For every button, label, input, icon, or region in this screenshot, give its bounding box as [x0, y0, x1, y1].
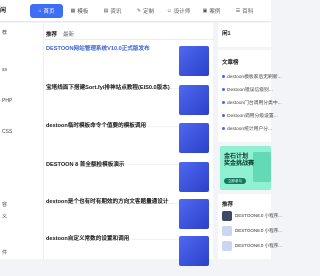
banner-title-line: 奖金挑战赛	[224, 161, 255, 167]
rank-item[interactable]: Destoon调用分级设置...	[222, 112, 278, 119]
recommend-title[interactable]: DESTOON8.0 小程序...	[235, 228, 282, 234]
bullet-icon	[222, 75, 225, 78]
nav-label: 设计师	[173, 9, 191, 15]
sidebar-item[interactable]: 容	[2, 201, 7, 208]
bullet-icon	[222, 114, 225, 117]
nav-label: 资讯	[110, 9, 122, 15]
promo-banner[interactable]: 金石计划 奖金挑战赛 立即参与	[220, 146, 271, 190]
rank-item-label: destoon模板家后无刷新...	[227, 75, 282, 80]
divider	[44, 39, 214, 40]
nav-item-home[interactable]: ⌂ 首页	[30, 4, 63, 18]
home-icon: ⌂	[38, 8, 42, 14]
banner-graphic	[253, 152, 271, 182]
sidebar-item[interactable]: ss	[2, 67, 7, 73]
template-icon: ▦	[70, 8, 76, 14]
article-title[interactable]: destoon是个也有时有期效的方向文客题量通设计	[46, 197, 174, 205]
article-summary	[46, 130, 174, 142]
nav-item-templates[interactable]: ▦ 模板	[63, 4, 96, 18]
tab-recommended[interactable]: 推荐	[46, 30, 57, 38]
rank-item[interactable]: destoon统计用户分...	[222, 125, 272, 132]
list-item[interactable]: destoon临时模板命令个值要的模板调用	[46, 121, 210, 163]
article-title[interactable]: DESTOON 8 首全额检模板演示	[46, 160, 174, 168]
rank-item-label: destoon统计用户分...	[227, 127, 273, 132]
nav-label: 模板	[77, 9, 89, 15]
nav-item-wiki[interactable]: ☰ 百科	[228, 4, 261, 18]
article-rank-card: 文章榜 destoon模板家后无刷新... Destoon错误信级别... de…	[218, 50, 282, 142]
custom-icon: ✎	[136, 8, 142, 14]
bullet-icon	[222, 88, 225, 91]
list-tabs: 推荐 最新	[46, 30, 74, 38]
nav-label: 定制	[143, 9, 155, 15]
article-summary	[46, 243, 174, 255]
rank-item-label: Destoon错误信级别...	[227, 88, 273, 93]
rank-item[interactable]: destoon模板家后无刷新...	[222, 73, 282, 80]
list-item[interactable]: destoon是个也有时有期效的方向文客题量通设计	[46, 197, 210, 239]
top-navigation: 闲 ⌂ 首页 ▦ 模板 ▤ 资讯 ✎ 定制 ☺ 设计师 ▣ 案例 ☰ 百科	[0, 0, 271, 22]
banner-button[interactable]: 立即参与	[224, 178, 246, 184]
nav-label: 百科	[242, 9, 254, 15]
article-summary	[46, 53, 174, 65]
nav-item-custom[interactable]: ✎ 定制	[129, 4, 162, 18]
tab-latest[interactable]: 最新	[63, 30, 74, 38]
article-summary	[46, 169, 174, 181]
nav-item-news[interactable]: ▤ 资讯	[96, 4, 129, 18]
article-title[interactable]: 宝塔线面下搭建Sort.fyi排神站点教程(EIS0.0版本)	[46, 83, 174, 91]
wiki-icon: ☰	[235, 8, 241, 14]
card-title: 推荐	[222, 202, 234, 208]
case-icon: ▣	[202, 8, 208, 14]
list-item[interactable]: destoon自定义常数的设置和调用	[46, 234, 210, 276]
recommend-thumbnail[interactable]	[222, 211, 232, 221]
article-thumbnail[interactable]	[179, 162, 209, 192]
rank-item[interactable]: Destoon错误信级别...	[222, 86, 273, 93]
recommend-title[interactable]: DESTOON8.0 小程序...	[235, 213, 282, 219]
nav-label: 首页	[43, 9, 55, 15]
site-logo[interactable]: 闲	[0, 5, 6, 14]
list-item[interactable]: DESTOON网站管理系统V10.0正式版发布	[46, 44, 210, 86]
rank-item-label: destoon门台调用分类中...	[227, 101, 282, 106]
sidebar-item[interactable]: 件	[2, 249, 7, 256]
sidebar-item[interactable]: 荐	[2, 29, 7, 36]
card-title: 闲1	[222, 31, 231, 37]
right-sidebar: 闲1 文章榜 destoon模板家后无刷新... Destoon错误信级别...…	[218, 23, 282, 259]
recommend-thumbnail[interactable]	[222, 241, 232, 251]
banner-title-line: 金石计划	[224, 154, 249, 160]
sidebar-card: 闲1	[218, 23, 271, 47]
article-summary	[46, 92, 174, 104]
article-title[interactable]: destoon自定义常数的设置和调用	[46, 234, 174, 242]
nav-label: 案例	[209, 9, 221, 15]
sidebar-item[interactable]: CSS	[2, 129, 12, 135]
article-title[interactable]: destoon临时模板命令个值要的模板调用	[46, 121, 174, 129]
recommend-title[interactable]: DESTOON8.0 小程序...	[235, 243, 282, 249]
sidebar-item[interactable]: PHP	[2, 98, 12, 104]
article-thumbnail[interactable]	[179, 236, 209, 266]
bullet-icon	[222, 127, 225, 130]
rank-item[interactable]: destoon门台调用分类中...	[222, 99, 282, 106]
rank-item-label: Destoon调用分级设置...	[227, 114, 278, 119]
list-item[interactable]: DESTOON 8 首全额检模板演示	[46, 160, 210, 202]
article-thumbnail[interactable]	[179, 123, 209, 153]
designer-icon: ☺	[166, 8, 172, 14]
article-thumbnail[interactable]	[179, 46, 209, 76]
article-summary	[46, 206, 174, 218]
main-nav: ⌂ 首页 ▦ 模板 ▤ 资讯 ✎ 定制 ☺ 设计师 ▣ 案例 ☰ 百科	[30, 4, 261, 18]
left-sidebar: 荐 ss PHP CSS 容 义 件	[0, 23, 43, 259]
recommend-thumbnail[interactable]	[222, 226, 232, 236]
nav-item-designer[interactable]: ☺ 设计师	[162, 4, 195, 18]
recommend-card: 推荐 DESTOON8.0 小程序... DESTOON8.0 小程序... D…	[218, 194, 282, 259]
article-thumbnail[interactable]	[179, 199, 209, 229]
sidebar-item[interactable]: 义	[2, 213, 7, 220]
article-title[interactable]: DESTOON网站管理系统V10.0正式版发布	[46, 44, 174, 52]
list-item[interactable]: 宝塔线面下搭建Sort.fyi排神站点教程(EIS0.0版本)	[46, 83, 210, 125]
card-title: 文章榜	[222, 60, 239, 66]
nav-item-cases[interactable]: ▣ 案例	[195, 4, 228, 18]
banner-title: 金石计划 奖金挑战赛	[224, 154, 254, 168]
news-icon: ▤	[103, 8, 109, 14]
bullet-icon	[222, 101, 225, 104]
article-thumbnail[interactable]	[179, 85, 209, 115]
article-list: 推荐 最新 DESTOON网站管理系统V10.0正式版发布 宝塔线面下搭建Sor…	[43, 23, 214, 266]
